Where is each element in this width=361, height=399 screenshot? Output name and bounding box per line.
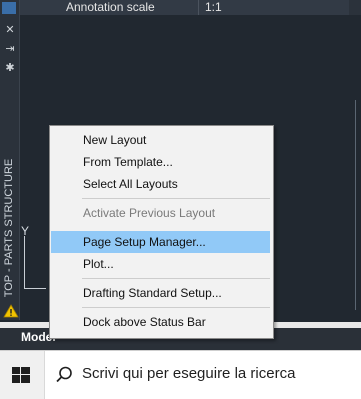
ucs-x-axis bbox=[24, 288, 46, 289]
property-name: Annotation scale bbox=[66, 0, 155, 14]
menu-item-select-all-layouts[interactable]: Select All Layouts bbox=[51, 173, 270, 195]
menu-separator bbox=[82, 307, 270, 308]
tool-palette-bar: ✕ ⇥ ✱ TOP - PARTS STRUCTURE bbox=[0, 0, 20, 320]
close-icon[interactable]: ✕ bbox=[3, 24, 17, 36]
menu-separator bbox=[82, 198, 270, 199]
palette-title: TOP - PARTS STRUCTURE bbox=[3, 158, 15, 298]
layout-context-menu: New Layout From Template... Select All L… bbox=[49, 125, 274, 339]
warning-icon[interactable] bbox=[3, 304, 19, 318]
ucs-y-axis bbox=[24, 236, 25, 288]
palette-title-icon bbox=[2, 2, 16, 14]
menu-item-page-setup-manager[interactable]: Page Setup Manager... bbox=[51, 231, 270, 253]
windows-taskbar: Scrivi qui per eseguire la ricerca bbox=[0, 350, 361, 399]
menu-separator bbox=[82, 278, 270, 279]
pin-icon[interactable]: ⇥ bbox=[3, 43, 17, 55]
menu-item-dock-above-status-bar[interactable]: Dock above Status Bar bbox=[51, 311, 270, 333]
menu-item-plot[interactable]: Plot... bbox=[51, 253, 270, 275]
windows-logo-icon[interactable] bbox=[0, 351, 42, 399]
menu-item-new-layout[interactable]: New Layout bbox=[51, 129, 270, 151]
search-icon bbox=[56, 366, 72, 383]
menu-item-from-template[interactable]: From Template... bbox=[51, 151, 270, 173]
search-placeholder: Scrivi qui per eseguire la ricerca bbox=[82, 365, 296, 382]
taskbar-search-box[interactable]: Scrivi qui per eseguire la ricerca bbox=[44, 351, 361, 399]
ucs-y-label: Y bbox=[21, 224, 30, 238]
properties-scrollbar[interactable] bbox=[349, 0, 361, 15]
viewport-edge-line bbox=[355, 100, 356, 310]
menu-item-drafting-standard-setup[interactable]: Drafting Standard Setup... bbox=[51, 282, 270, 304]
settings-icon[interactable]: ✱ bbox=[3, 62, 17, 74]
properties-row-annotation-scale[interactable]: Annotation scale 1:1 bbox=[20, 0, 361, 15]
property-value[interactable]: 1:1 bbox=[205, 0, 222, 14]
menu-item-activate-previous-layout: Activate Previous Layout bbox=[83, 206, 216, 220]
property-divider bbox=[198, 0, 199, 15]
